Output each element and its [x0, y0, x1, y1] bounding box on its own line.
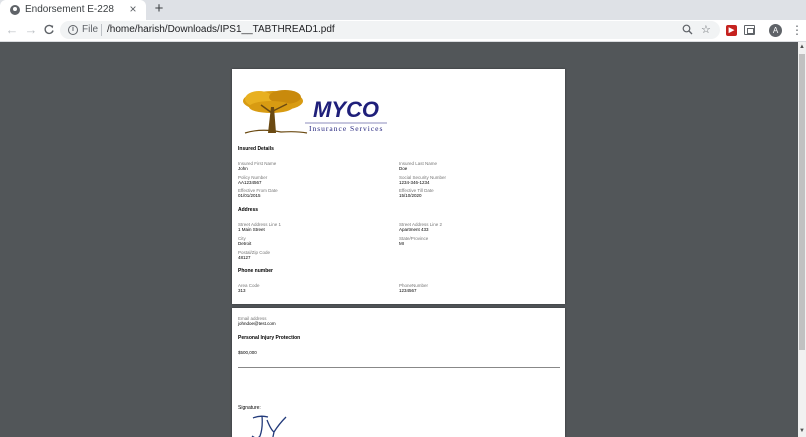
- policy-number-field: Policy Number AA1234567: [238, 175, 267, 186]
- first-name-field: Insured First Name John: [238, 161, 276, 172]
- area-code-field: Area Code 313: [238, 283, 260, 294]
- postal-code-value: 48127: [238, 255, 251, 260]
- pip-amount-field: $500,000: [238, 350, 257, 356]
- effective-till-field: Effective Till Date 15/10/2020: [399, 188, 434, 199]
- signature-label: Signature:: [238, 405, 261, 411]
- tree-icon: [243, 90, 308, 134]
- last-name-field: Insured Last Name Doe: [399, 161, 437, 172]
- pdf-extension-icon[interactable]: ▶: [726, 25, 737, 36]
- logo-brand: MYCO: [313, 97, 379, 122]
- url-divider: [101, 24, 102, 36]
- tab-strip: Endorsement E-228 × +: [0, 0, 806, 20]
- reload-button[interactable]: [42, 23, 56, 37]
- street-line-2-field: Street Address Line 2 Apartment 433: [399, 222, 442, 233]
- url-text[interactable]: /home/harish/Downloads/IPS1__TABTHREAD1.…: [107, 24, 335, 35]
- address-heading: Address: [238, 207, 259, 213]
- ssn-value: 1234-346-1234: [399, 180, 430, 185]
- email-field: Email address johndoe@test.com: [238, 316, 276, 327]
- address-bar[interactable]: i File /home/harish/Downloads/IPS1__TABT…: [60, 21, 720, 39]
- email-value: johndoe@test.com: [238, 321, 276, 326]
- phone-number-field: PhoneNumber 1234567: [399, 283, 428, 294]
- pdf-page-2: Email address johndoe@test.com Personal …: [232, 308, 565, 437]
- insured-details-heading: Insured Details: [238, 146, 274, 152]
- effective-from-value: 01/01/2015: [238, 193, 261, 198]
- divider: [238, 367, 560, 368]
- phone-heading: Phone number: [238, 268, 274, 274]
- city-value: Detroit: [238, 241, 252, 246]
- menu-icon[interactable]: ⋮: [791, 23, 803, 37]
- ssn-field: Social Security Number 1234-346-1234: [399, 175, 446, 186]
- pip-heading: Personal Injury Protection: [238, 335, 301, 341]
- postal-code-field: Postal/Zip Code 48127: [238, 250, 270, 261]
- new-tab-button[interactable]: +: [152, 1, 166, 17]
- screenshot-extension-icon[interactable]: [744, 25, 755, 35]
- globe-icon: [10, 5, 20, 15]
- forward-button[interactable]: →: [24, 23, 38, 37]
- pip-amount-value: $500,000: [238, 350, 257, 355]
- street-line-1-field: Street Address Line 1 1 Main Street: [238, 222, 281, 233]
- street-line-1-value: 1 Main Street: [238, 227, 265, 232]
- scrollbar-thumb[interactable]: [799, 54, 805, 350]
- last-name-value: Doe: [399, 166, 408, 171]
- state-value: MI: [399, 241, 404, 246]
- back-button[interactable]: ←: [5, 23, 19, 37]
- tab-title: Endorsement E-228: [25, 4, 114, 15]
- close-icon[interactable]: ×: [126, 2, 140, 16]
- signature-image: [251, 415, 287, 437]
- myco-logo: MYCO Insurance Services: [243, 90, 387, 134]
- scrollbar[interactable]: ▲ ▼: [798, 42, 806, 437]
- scroll-down-arrow-icon[interactable]: ▼: [798, 427, 806, 435]
- avatar[interactable]: A: [769, 24, 782, 37]
- street-line-2-value: Apartment 433: [399, 227, 429, 232]
- info-icon[interactable]: i: [68, 25, 78, 35]
- tab-endorsement[interactable]: Endorsement E-228 ×: [0, 0, 146, 20]
- pdf-viewer[interactable]: MYCO Insurance Services Insured Details …: [0, 42, 798, 437]
- city-field: City Detroit: [238, 236, 251, 247]
- pdf-page-1: MYCO Insurance Services Insured Details …: [232, 69, 565, 304]
- effective-from-field: Effective From Date 01/01/2015: [238, 188, 278, 199]
- bookmark-star-icon[interactable]: ☆: [701, 24, 711, 36]
- effective-till-value: 15/10/2020: [399, 193, 422, 198]
- logo-tagline: Insurance Services: [309, 124, 383, 133]
- scroll-up-arrow-icon[interactable]: ▲: [798, 43, 806, 51]
- browser-toolbar: ← → i File /home/harish/Downloads/IPS1__…: [0, 20, 806, 42]
- phone-number-value: 1234567: [399, 288, 417, 293]
- first-name-value: John: [238, 166, 248, 171]
- reload-icon: [44, 24, 54, 35]
- area-code-value: 313: [238, 288, 246, 293]
- policy-number-value: AA1234567: [238, 180, 262, 185]
- zoom-icon[interactable]: [682, 24, 693, 38]
- state-field: State/Province MI: [399, 236, 428, 247]
- url-scheme-label: File: [82, 24, 99, 35]
